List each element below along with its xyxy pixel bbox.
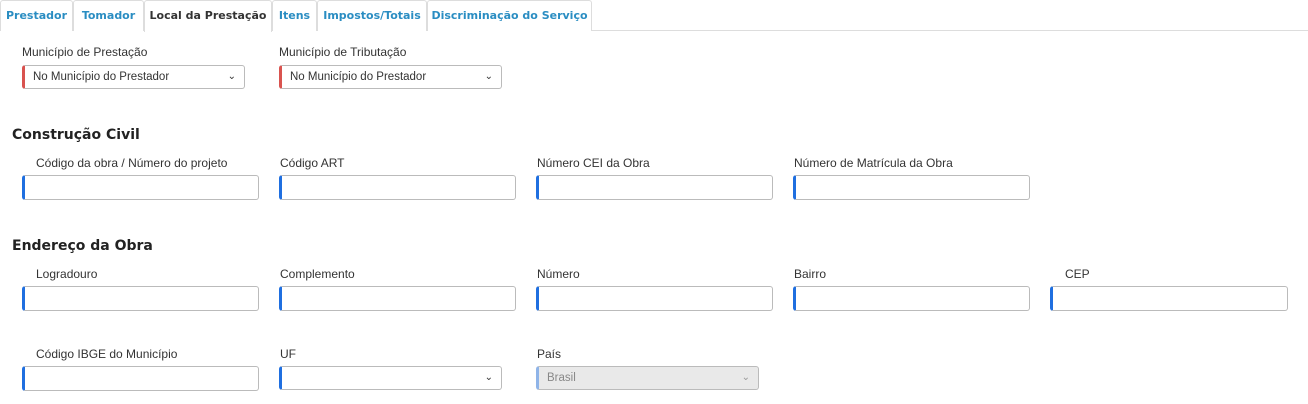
- codigo-ibge-input[interactable]: [22, 366, 259, 391]
- chevron-down-icon: ⌄: [484, 71, 493, 82]
- endereco-obra-heading: Endereço da Obra: [12, 238, 153, 254]
- pais-value: Brasil: [547, 372, 576, 384]
- pais-select: Brasil ⌄: [536, 366, 759, 390]
- pais-label: País: [537, 347, 562, 361]
- cep-label: CEP: [1065, 267, 1090, 281]
- complemento-label: Complemento: [280, 267, 355, 281]
- logradouro-input[interactable]: [22, 286, 259, 311]
- uf-label: UF: [280, 347, 296, 361]
- chevron-down-icon: ⌄: [227, 71, 236, 82]
- tab-impostos-totais[interactable]: Impostos/Totais: [317, 0, 427, 31]
- tab-discriminacao-do-servico[interactable]: Discriminação do Serviço: [427, 0, 592, 31]
- numero-cei-label: Número CEI da Obra: [537, 156, 650, 170]
- municipio-tributacao-select[interactable]: No Município do Prestador ⌄: [279, 65, 502, 89]
- uf-select[interactable]: ⌄: [279, 366, 502, 390]
- matricula-obra-input[interactable]: [793, 175, 1030, 200]
- numero-label: Número: [537, 267, 580, 281]
- tab-itens[interactable]: Itens: [272, 0, 317, 31]
- chevron-down-icon: ⌄: [741, 372, 750, 383]
- construcao-civil-heading: Construção Civil: [12, 127, 140, 143]
- municipio-prestacao-label: Município de Prestação: [22, 45, 148, 59]
- municipio-prestacao-select[interactable]: No Município do Prestador ⌄: [22, 65, 245, 89]
- municipio-prestacao-value: No Município do Prestador: [33, 71, 170, 83]
- numero-input[interactable]: [536, 286, 773, 311]
- chevron-down-icon: ⌄: [484, 372, 493, 383]
- codigo-obra-input[interactable]: [22, 175, 259, 200]
- bairro-input[interactable]: [793, 286, 1030, 311]
- municipio-tributacao-label: Município de Tributação: [279, 45, 407, 59]
- municipio-tributacao-value: No Município do Prestador: [290, 71, 427, 83]
- codigo-ibge-label: Código IBGE do Município: [36, 347, 178, 361]
- tab-local-da-prestacao[interactable]: Local da Prestação: [144, 0, 272, 32]
- codigo-art-label: Código ART: [280, 156, 345, 170]
- tab-tomador[interactable]: Tomador: [73, 0, 144, 31]
- codigo-obra-label: Código da obra / Número do projeto: [36, 156, 228, 170]
- bairro-label: Bairro: [794, 267, 827, 281]
- tab-bar: Prestador Tomador Local da Prestação Ite…: [0, 0, 1308, 32]
- codigo-art-input[interactable]: [279, 175, 516, 200]
- tab-prestador[interactable]: Prestador: [0, 0, 73, 31]
- logradouro-label: Logradouro: [36, 267, 98, 281]
- numero-cei-input[interactable]: [536, 175, 773, 200]
- complemento-input[interactable]: [279, 286, 516, 311]
- cep-input[interactable]: [1050, 286, 1288, 311]
- matricula-obra-label: Número de Matrícula da Obra: [794, 156, 953, 170]
